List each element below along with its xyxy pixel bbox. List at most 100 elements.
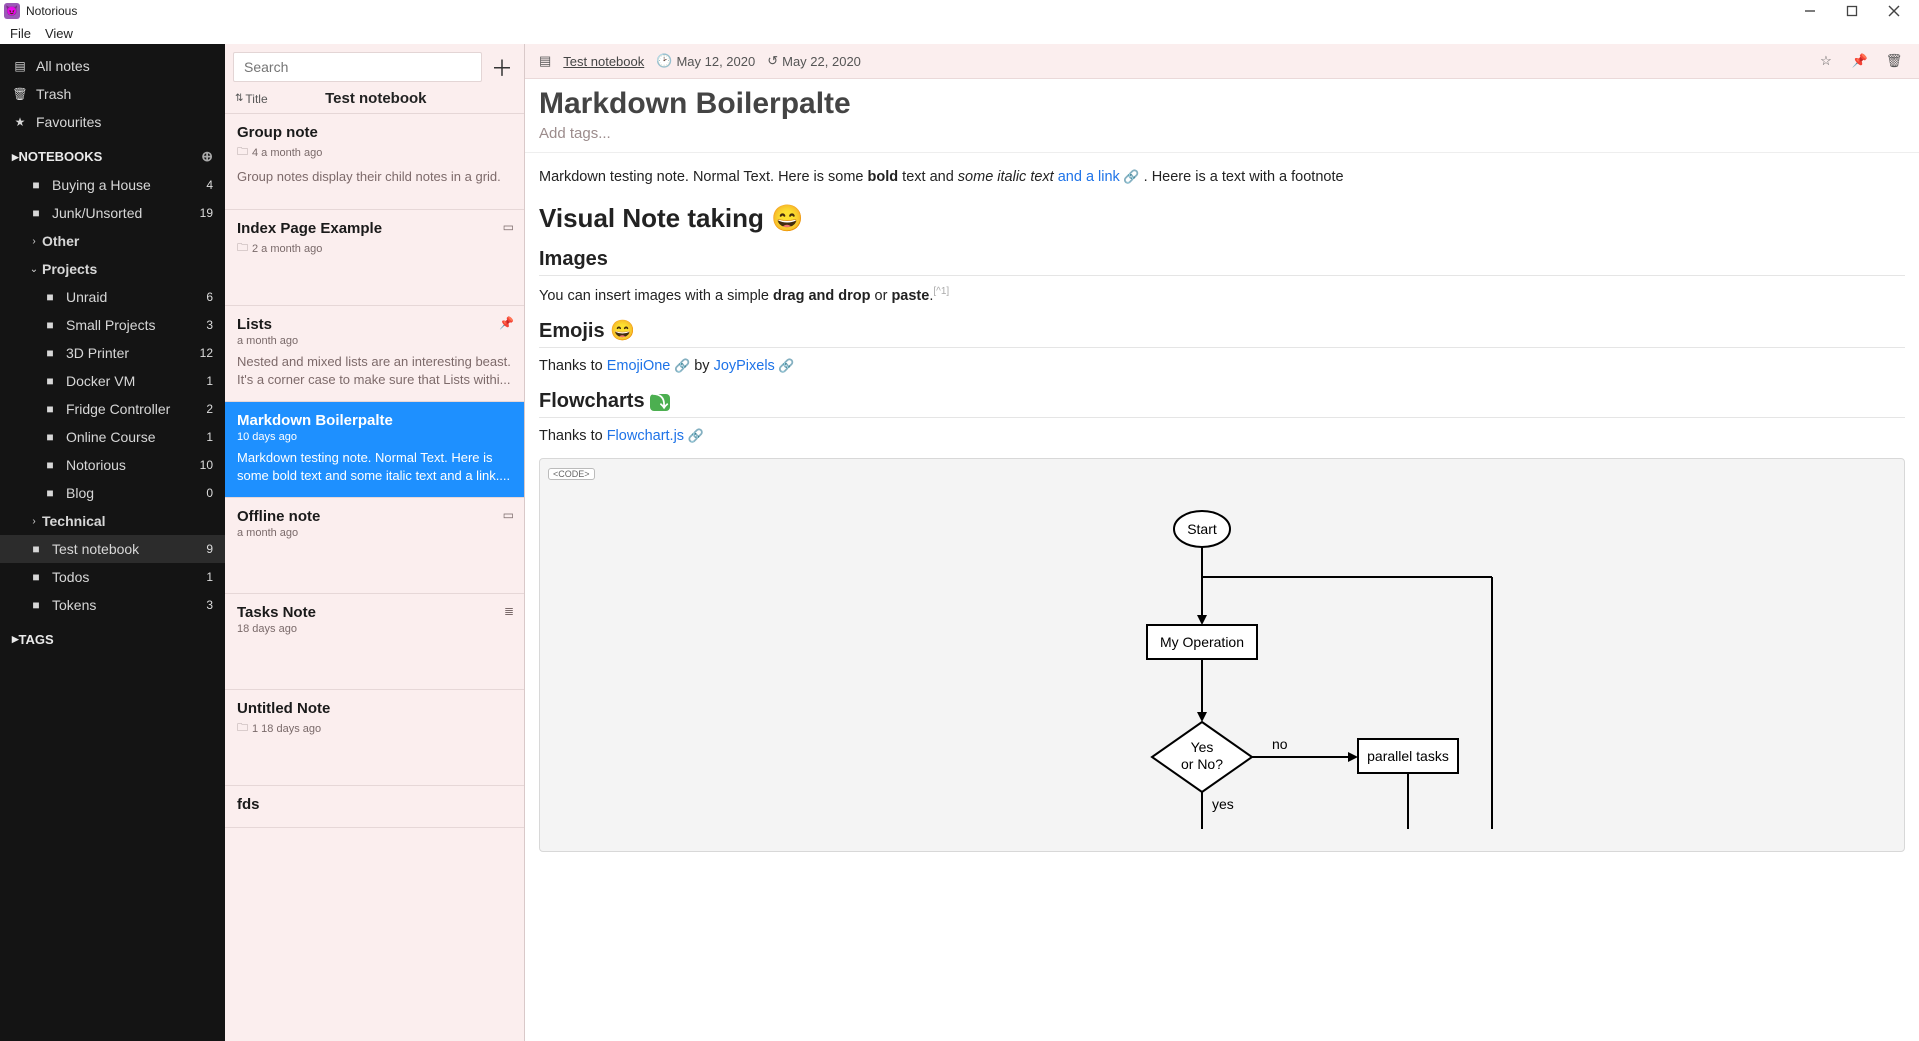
note-meta: a month ago <box>237 335 298 347</box>
menu-file[interactable]: File <box>10 26 31 41</box>
folder-icon: ■ <box>28 206 44 220</box>
note-meta: 18 days ago <box>237 623 297 635</box>
menu-view[interactable]: View <box>45 26 73 41</box>
note-card[interactable]: Index Page Example 🗀2 a month ago ▭ <box>225 210 524 306</box>
folder-icon: ■ <box>28 570 44 584</box>
note-list[interactable]: Group note 🗀4 a month ago Group notes di… <box>225 114 524 1041</box>
sidebar-item-count: 4 <box>206 178 213 192</box>
chevron-down-icon: ⌄ <box>28 264 40 275</box>
sidebar-item-label: Todos <box>52 569 89 585</box>
folder-icon: ■ <box>28 598 44 612</box>
sidebar-item-count: 12 <box>200 346 213 360</box>
sidebar-favourites[interactable]: ★ Favourites <box>0 108 225 136</box>
window-minimize-icon[interactable] <box>1803 4 1817 18</box>
laugh-emoji-icon: 😄 <box>771 203 803 233</box>
sidebar-item-count: 6 <box>206 290 213 304</box>
sidebar-item-label: Unraid <box>66 289 107 305</box>
sidebar-item-label: Projects <box>42 261 97 277</box>
sidebar-item-label: Fridge Controller <box>66 401 170 417</box>
flowchart-diagram: Start My Operation <box>548 481 1896 839</box>
search-input[interactable] <box>233 52 482 82</box>
sidebar-item-label: Blog <box>66 485 94 501</box>
notebook-title: Test notebook <box>268 90 484 107</box>
note-card[interactable]: Offline note a month ago ▭ <box>225 498 524 594</box>
sidebar-all-notes[interactable]: ▤ All notes <box>0 52 225 80</box>
sort-icon[interactable]: ⇅ <box>235 93 243 104</box>
note-card[interactable]: Lists a month ago Nested and mixed lists… <box>225 306 524 402</box>
note-card-selected[interactable]: Markdown Boilerpalte 10 days ago Markdow… <box>225 402 524 498</box>
sidebar-item-small-projects[interactable]: ■ Small Projects 3 <box>0 311 225 339</box>
note-title: Lists <box>237 316 512 333</box>
heading-flowcharts: Flowcharts ⤵ <box>539 388 1905 413</box>
list-icon: ≣ <box>504 604 514 618</box>
note-meta: 2 a month ago <box>252 243 322 255</box>
sidebar-item-label: Online Course <box>66 429 156 445</box>
note-card[interactable]: Untitled Note 🗀1 18 days ago <box>225 690 524 786</box>
note-preview: Group notes display their child notes in… <box>237 168 512 186</box>
sidebar-item-other[interactable]: › Other <box>0 227 225 255</box>
sidebar-item-junk-unsorted[interactable]: ■ Junk/Unsorted 19 <box>0 199 225 227</box>
sidebar-notebooks-header[interactable]: ▸ NOTEBOOKS ⊕ <box>0 136 225 171</box>
chevron-right-icon: › <box>28 236 40 247</box>
sidebar-item-blog[interactable]: ■ Blog 0 <box>0 479 225 507</box>
flowchartjs-link[interactable]: Flowchart.js <box>607 428 684 444</box>
flow-para-label: parallel tasks <box>1367 748 1449 764</box>
note-title: fds <box>237 796 512 813</box>
window-close-icon[interactable] <box>1887 4 1901 18</box>
star-icon: ★ <box>12 115 28 129</box>
clock-icon: 🕑 <box>656 53 672 69</box>
pin-button[interactable]: 📌 <box>1849 50 1871 72</box>
sidebar-item-notorious[interactable]: ■ Notorious 10 <box>0 451 225 479</box>
sidebar-item-online-course[interactable]: ■ Online Course 1 <box>0 423 225 451</box>
folder-icon: ■ <box>42 318 58 332</box>
sidebar-item-count: 1 <box>206 374 213 388</box>
folder-icon: ■ <box>42 290 58 304</box>
joypixels-link[interactable]: JoyPixels <box>714 358 775 374</box>
note-title-heading[interactable]: Markdown Boilerpalte <box>525 79 1919 125</box>
note-editor[interactable]: Markdown testing note. Normal Text. Here… <box>525 153 1919 1041</box>
pin-icon: 📌 <box>499 316 514 330</box>
folder-icon: ■ <box>42 402 58 416</box>
sidebar-tags-header[interactable]: ▸ TAGS <box>0 619 225 653</box>
sidebar-item-3d-printer[interactable]: ■ 3D Printer 12 <box>0 339 225 367</box>
note-title: Tasks Note <box>237 604 512 621</box>
flow-op-label: My Operation <box>1160 634 1244 650</box>
folder-icon: ■ <box>28 178 44 192</box>
sidebar-item-unraid[interactable]: ■ Unraid 6 <box>0 283 225 311</box>
sidebar-item-label: Test notebook <box>52 541 139 557</box>
sidebar-item-fridge-controller[interactable]: ■ Fridge Controller 2 <box>0 395 225 423</box>
sidebar-item-buying-a-house[interactable]: ■ Buying a House 4 <box>0 171 225 199</box>
sidebar-item-label: Other <box>42 233 79 249</box>
sidebar-item-technical[interactable]: › Technical <box>0 507 225 535</box>
delete-button[interactable]: 🗑 <box>1883 50 1905 72</box>
sidebar-item-label: Technical <box>42 513 106 529</box>
note-card[interactable]: fds <box>225 786 524 828</box>
add-note-button[interactable]: ＋ <box>488 53 516 81</box>
heading-images: Images <box>539 248 1905 271</box>
window-maximize-icon[interactable] <box>1845 4 1859 18</box>
tags-input[interactable]: Add tags... <box>525 125 1919 152</box>
note-card[interactable]: Tasks Note 18 days ago ≣ <box>225 594 524 690</box>
sidebar-item-projects[interactable]: ⌄ Projects <box>0 255 225 283</box>
note-meta: a month ago <box>237 527 298 539</box>
note-list-panel: ＋ ⇅ Title Test notebook Group note 🗀4 a … <box>225 44 525 1041</box>
intro-link[interactable]: and a link <box>1058 169 1120 185</box>
sidebar-item-label: All notes <box>36 58 90 74</box>
index-icon: ▭ <box>503 220 514 234</box>
breadcrumb-notebook[interactable]: Test notebook <box>563 54 644 69</box>
add-notebook-icon[interactable]: ⊕ <box>201 148 213 165</box>
emojione-link[interactable]: EmojiOne <box>607 358 671 374</box>
sidebar-item-test-notebook[interactable]: ■ Test notebook 9 <box>0 535 225 563</box>
favourite-button[interactable]: ☆ <box>1815 50 1837 72</box>
trash-icon: 🗑 <box>12 87 28 101</box>
note-card[interactable]: Group note 🗀4 a month ago Group notes di… <box>225 114 524 210</box>
sort-label[interactable]: Title <box>245 92 267 106</box>
note-content-panel: ▤ Test notebook 🕑May 12, 2020 ↺May 22, 2… <box>525 44 1919 1041</box>
sidebar-item-todos[interactable]: ■ Todos 1 <box>0 563 225 591</box>
sidebar-item-tokens[interactable]: ■ Tokens 3 <box>0 591 225 619</box>
sidebar-item-count: 3 <box>206 318 213 332</box>
sidebar-trash[interactable]: 🗑 Trash <box>0 80 225 108</box>
flow-cond-label2: or No? <box>1181 756 1223 772</box>
images-paragraph: You can insert images with a simple drag… <box>539 286 1905 304</box>
sidebar-item-docker-vm[interactable]: ■ Docker VM 1 <box>0 367 225 395</box>
